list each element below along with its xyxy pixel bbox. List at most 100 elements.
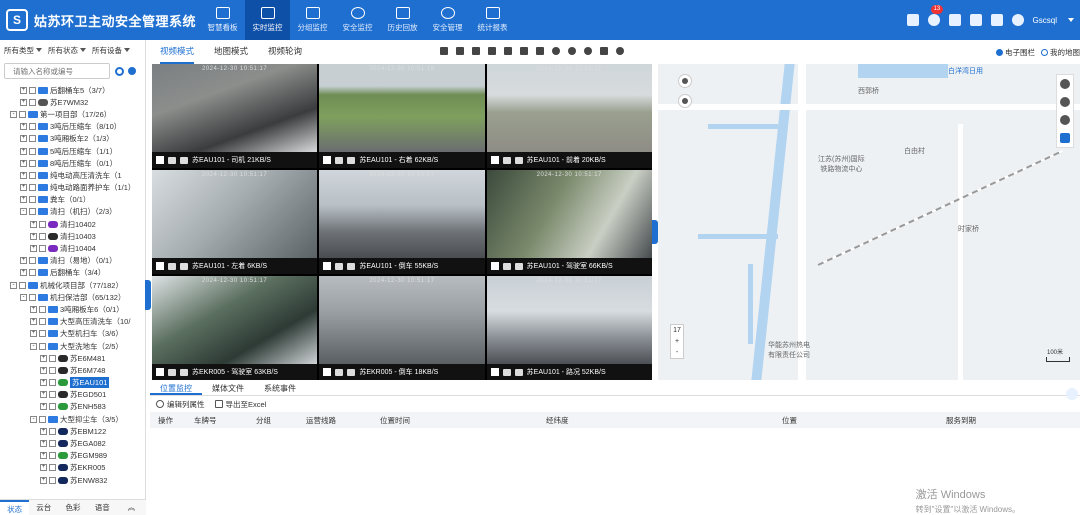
tree-checkbox[interactable] [39,415,46,423]
video-checkbox[interactable] [490,368,499,376]
edit-columns-button[interactable]: 编辑列属性 [156,399,205,410]
search-icon[interactable] [115,66,124,76]
video-checkbox[interactable] [323,368,332,376]
layers-icon[interactable] [678,74,692,88]
collapse-up-icon[interactable]: ︽ [117,500,146,515]
traffic-icon[interactable] [1060,97,1070,107]
tree-node[interactable]: - 大型抑尘车（3/5） [0,413,145,425]
video-cell[interactable]: 2024-12-30 10:51:17 苏EAU101 - 路况 52KB/S [486,276,652,380]
record-icon[interactable] [552,47,560,55]
tree-checkbox[interactable] [29,269,36,277]
nav-history-playback[interactable]: 历史回放 [380,0,425,40]
expand-icon[interactable]: + [40,391,47,399]
tree-checkbox[interactable] [39,342,46,350]
tree-checkbox[interactable] [49,464,56,472]
tree-node[interactable]: +8吨后压缩车（0/1） [0,157,145,169]
nav-realtime-monitor[interactable]: 实时监控 [245,0,290,40]
layout-6-icon[interactable] [472,47,480,55]
column-header[interactable]: 操作 [158,415,173,426]
video-feed[interactable] [319,64,485,152]
tree-checkbox[interactable] [29,86,36,94]
video-cell[interactable]: 2024-12-30 10:51:17 苏EKR005 - 倒车 18KB/S [319,276,485,380]
expand-icon[interactable]: + [40,403,47,411]
expand-icon[interactable]: + [40,354,47,362]
download-icon[interactable] [906,14,919,26]
filter-status[interactable]: 所有状态 [48,45,86,56]
column-header[interactable]: 经纬度 [546,415,569,426]
tree-node[interactable]: + 粪车（0/1） [0,194,145,206]
chevron-down-icon[interactable] [1068,18,1074,22]
tree-node[interactable]: - 机械化项目部（77/182） [0,279,145,291]
tree-checkbox[interactable] [49,366,56,374]
expand-icon[interactable]: + [40,464,47,472]
user-name[interactable]: Gscsql [1033,16,1057,25]
video-feed[interactable] [319,170,485,258]
video-checkbox[interactable] [323,262,332,270]
tree-checkbox[interactable] [49,427,56,435]
tree-checkbox[interactable] [49,391,56,399]
video-cell[interactable]: 2024-12-30 10:51:17 苏EAU101 - 前着 20KB/S [486,64,652,168]
tree-node[interactable]: +3吨厢板车6（0/1） [0,303,145,315]
tab-video-polling[interactable]: 视频轮询 [268,40,302,64]
expand-icon[interactable]: + [40,476,47,484]
tree-node[interactable]: + 纯电动高压清洗车（1 [0,169,145,181]
camera-icon[interactable] [180,368,188,376]
video-feed[interactable] [486,64,652,152]
tree-node[interactable]: + 苏E7WM32 [0,96,145,108]
video-cell[interactable]: 2024-12-30 10:51:19 苏EAU101 - 右着 62KB/S [319,64,485,168]
tree-node[interactable]: + 清扫10403 [0,230,145,242]
floating-assistant-icon[interactable] [1066,388,1078,400]
tree-node[interactable]: +3吨后压缩车（8/10） [0,121,145,133]
tree-checkbox[interactable] [49,452,56,460]
shirt-icon[interactable] [969,14,982,26]
column-header[interactable]: 位置 [782,415,797,426]
tree-node[interactable]: +3吨厢板车2（1/3） [0,133,145,145]
collapse-icon[interactable]: - [20,208,27,216]
expand-icon[interactable]: + [30,220,37,228]
expand-icon[interactable]: + [20,159,27,167]
camera-icon[interactable] [180,262,188,270]
camera-icon[interactable] [347,368,356,376]
video-cell[interactable]: 2024-12-30 10:51:17 苏EKR005 - 驾驶室 63KB/S [152,276,318,380]
tree-node[interactable]: + 苏EKR005 [0,462,145,474]
filter-device[interactable]: 所有设备 [92,45,130,56]
volume-icon[interactable] [168,156,176,164]
fullscreen-icon[interactable] [1060,79,1070,89]
video-cell[interactable]: 2024-12-30 10:51:17 苏EAU101 - 司机 21KB/S [152,64,318,168]
satellite-icon[interactable] [1060,133,1070,143]
tree-node[interactable]: + 苏E6M748 [0,364,145,376]
video-checkbox[interactable] [323,156,332,164]
tab-media-files[interactable]: 媒体文件 [202,382,254,395]
column-header[interactable]: 车牌号 [194,415,217,426]
layout-25-icon[interactable] [520,47,528,55]
user-icon[interactable] [1011,14,1024,26]
tree-node[interactable]: + 苏EGD501 [0,389,145,401]
expand-icon[interactable]: + [20,171,27,179]
video-cell[interactable]: 2024-12-30 10:51:17 苏EAU101 - 倒车 55KB/S [319,170,485,274]
export-excel-button[interactable]: 导出至Excel [214,399,266,410]
tab-system-events[interactable]: 系统事件 [254,382,306,395]
volume-icon[interactable] [502,368,511,376]
video-checkbox[interactable] [156,156,164,164]
tree-checkbox[interactable] [29,135,36,143]
video-checkbox[interactable] [490,262,499,270]
tree-checkbox[interactable] [49,379,56,387]
camera-icon[interactable] [180,156,188,164]
zoom-in-button[interactable]: + [671,336,683,347]
tab-position-monitor[interactable]: 位置监控 [150,382,202,395]
tree-checkbox[interactable] [29,171,36,179]
camera-icon[interactable] [347,262,356,270]
tree-node[interactable]: + 清扫（易地）（0/1） [0,255,145,267]
expand-icon[interactable]: + [20,184,27,192]
tree-node[interactable]: - 清扫（机扫）（2/3） [0,206,145,218]
expand-icon[interactable]: + [20,86,27,94]
expand-icon[interactable]: + [30,232,37,240]
video-checkbox[interactable] [490,156,499,164]
3d-icon[interactable] [1060,115,1070,125]
layout-4-icon[interactable] [456,47,464,55]
volume-icon[interactable] [335,368,344,376]
layout-9-icon[interactable] [488,47,496,55]
tree-checkbox[interactable] [39,232,46,240]
expand-icon[interactable]: + [30,305,37,313]
option-my-map[interactable]: 我的地图 [1041,47,1080,58]
